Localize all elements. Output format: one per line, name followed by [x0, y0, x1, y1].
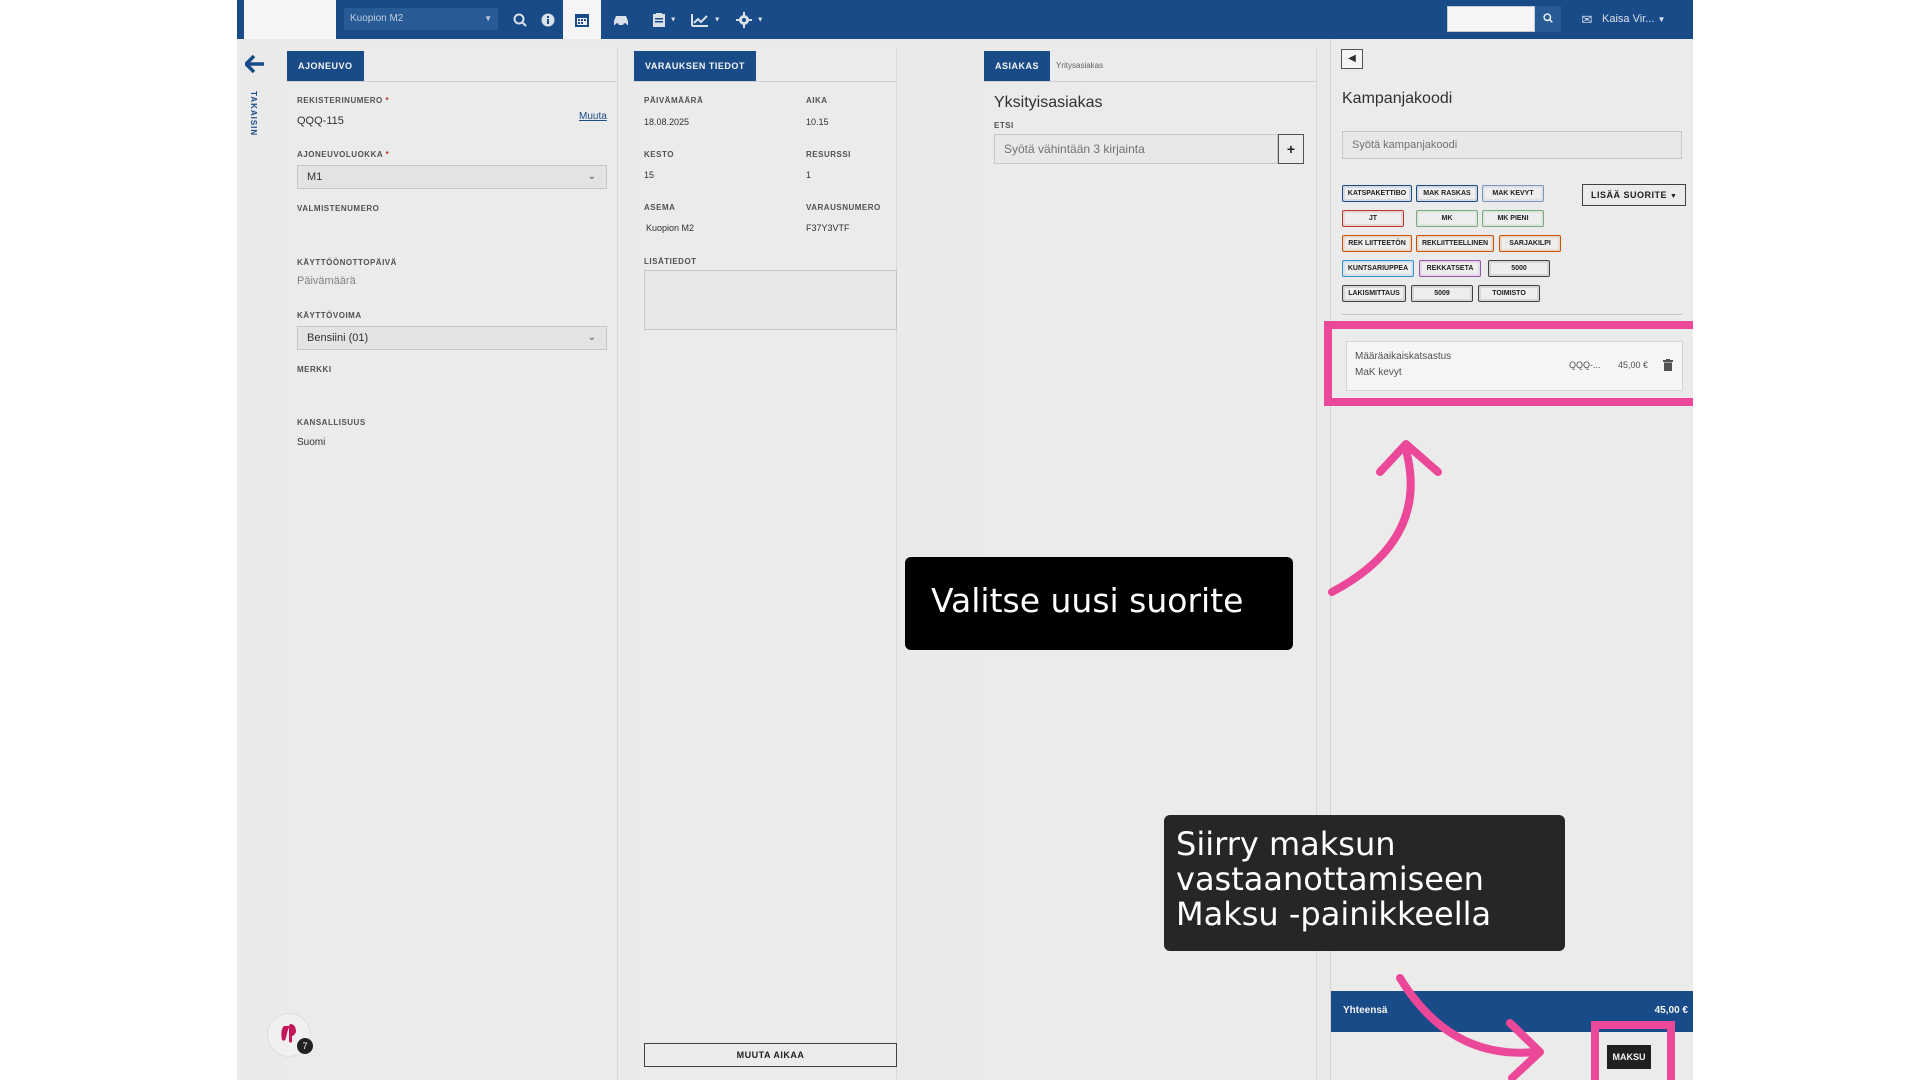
callout-pay: Siirry maksun vastaanottamiseen Maksu -p…: [1164, 815, 1565, 951]
tab-vehicle[interactable]: AJONEUVO: [287, 51, 364, 81]
location-select-value: Kuopion M2: [350, 13, 404, 24]
mail-icon[interactable]: ✉: [1577, 0, 1597, 39]
chevron-down-icon: ⌄: [587, 332, 596, 343]
service-chip[interactable]: MAK RASKAS: [1416, 185, 1478, 202]
total-value: 45,00 €: [1654, 1005, 1688, 1016]
callout-text-2c: Maksu -painikkeella: [1176, 895, 1492, 933]
gear-icon[interactable]: ▼: [731, 0, 769, 39]
date-label: PÄIVÄMÄÄRÄ: [644, 96, 704, 105]
service-chip[interactable]: 5009: [1411, 285, 1473, 302]
chart-icon[interactable]: ▼: [687, 0, 725, 39]
tab-booking[interactable]: VARAUKSEN TIEDOT: [634, 51, 756, 81]
service-chip[interactable]: KUNTSARIUPPEA: [1342, 260, 1414, 277]
vehicle-panel: AJONEUVO REKISTERINUMERO * QQQ-115 Muuta…: [287, 47, 618, 1080]
chevron-down-icon: ▼: [1670, 193, 1678, 200]
service-chip[interactable]: REKKATSETA: [1419, 260, 1481, 277]
location-select[interactable]: Kuopion M2 ▼: [344, 8, 498, 30]
time-label: AIKA: [806, 96, 828, 105]
panel-divider: [634, 81, 896, 82]
service-chip[interactable]: MK PIENI: [1482, 210, 1544, 227]
callout-text-2a: Siirry maksun: [1176, 825, 1396, 863]
chevron-left-icon[interactable]: ◀: [1341, 49, 1363, 69]
back-label: TAKAISIN: [249, 91, 258, 137]
arrow-left-icon[interactable]: [243, 54, 267, 77]
booking-panel: VARAUKSEN TIEDOT PÄIVÄMÄÄRÄ 18.08.2025 A…: [634, 47, 897, 1080]
reg-value: QQQ-115: [297, 115, 344, 127]
add-service-button[interactable]: LISÄÄ SUORITE ▼: [1582, 184, 1687, 206]
notification-badge: 7: [297, 1038, 313, 1054]
service-chip[interactable]: TOIMISTO: [1478, 285, 1540, 302]
firstuse-label: KÄYTTÖÖNOTTOPÄIVÄ: [297, 258, 397, 267]
firstuse-input[interactable]: Päivämäärä: [297, 275, 356, 287]
tab-private-customer[interactable]: ASIAKAS: [984, 51, 1051, 81]
divider: [1342, 314, 1682, 315]
nationality-value: Suomi: [297, 437, 326, 448]
nationality-label: KANSALLISUUS: [297, 418, 366, 427]
callout-select-service: Valitse uusi suorite: [905, 557, 1293, 650]
service-chip[interactable]: JT: [1342, 210, 1404, 227]
global-search-input[interactable]: [1447, 6, 1535, 32]
booking-no-value: F37Y3VTF: [806, 223, 850, 233]
notes-label: LISÄTIEDOT: [644, 257, 697, 266]
time-value: 10.15: [806, 117, 829, 127]
vehicle-class-value: M1: [307, 171, 323, 183]
info-icon[interactable]: [532, 0, 564, 39]
callout-text-1: Valitse uusi suorite: [931, 581, 1244, 620]
clipboard-icon[interactable]: ▼: [647, 0, 683, 39]
car-icon[interactable]: [605, 0, 637, 39]
total-label: Yhteensä: [1343, 1005, 1388, 1016]
date-value: 18.08.2025: [644, 117, 690, 127]
tab-company-customer[interactable]: Yritysasiakas: [1046, 51, 1113, 81]
service-chip[interactable]: KATSPAKETTIBO: [1342, 185, 1412, 202]
booking-no-label: VARAUSNUMERO: [806, 203, 881, 212]
user-menu[interactable]: Kaisa Vir... ▼: [1602, 0, 1665, 39]
search-label: ETSI: [994, 121, 1014, 130]
chevron-down-icon: ⌄: [587, 171, 596, 182]
app-logo[interactable]: [244, 0, 336, 39]
service-chip[interactable]: 5000: [1488, 260, 1550, 277]
search-button[interactable]: [1535, 6, 1561, 32]
panel-divider: [287, 81, 617, 82]
vehicle-class-select[interactable]: M1 ⌄: [297, 165, 607, 189]
customer-search-input[interactable]: Syötä vähintään 3 kirjainta: [994, 134, 1278, 164]
change-reg-link[interactable]: Muuta: [579, 111, 607, 122]
chevron-down-icon: ▼: [484, 14, 492, 23]
class-label: AJONEUVOLUOKKA *: [297, 150, 390, 159]
chevron-down-icon: ▼: [1657, 15, 1666, 24]
duration-label: KESTO: [644, 150, 674, 159]
resource-label: RESURSSI: [806, 150, 851, 159]
user-name: Kaisa Vir...: [1602, 13, 1655, 25]
callout-text-2b: vastaanottamiseen: [1176, 860, 1484, 898]
make-label: MERKKI: [297, 365, 332, 374]
service-chip[interactable]: MK: [1416, 210, 1478, 227]
fuel-value: Bensiini (01): [307, 332, 369, 344]
duration-value: 15: [644, 170, 655, 180]
service-chip[interactable]: SARJAKILPI: [1499, 235, 1561, 252]
back-sidebar[interactable]: TAKAISIN: [237, 39, 274, 1080]
panel-divider: [984, 81, 1316, 82]
vin-label: VALMISTENUMERO: [297, 204, 380, 213]
reg-label: REKISTERINUMERO *: [297, 96, 390, 105]
station-value: Kuopion M2: [646, 223, 695, 233]
add-customer-button[interactable]: +: [1278, 134, 1304, 164]
campaign-title: Kampanjakoodi: [1342, 90, 1453, 107]
add-service-label: LISÄÄ SUORITE: [1591, 190, 1668, 200]
service-chip[interactable]: REK LIITTEETÖN: [1342, 235, 1412, 252]
service-chip[interactable]: LAKISMITTAUS: [1342, 285, 1406, 302]
service-chip[interactable]: MAK KEVYT: [1482, 185, 1544, 202]
station-label: ASEMA: [644, 203, 676, 212]
top-navbar: Kuopion M2 ▼ ▼ ▼ ▼ ✉ Kaisa Vir... ▼: [237, 0, 1693, 39]
highlight-pay-button: [1591, 1021, 1675, 1080]
change-time-button[interactable]: MUUTA AIKAA: [644, 1043, 897, 1067]
fuel-select[interactable]: Bensiini (01) ⌄: [297, 326, 607, 350]
campaign-code-input[interactable]: Syötä kampanjakoodi: [1342, 131, 1682, 159]
calendar-icon[interactable]: [563, 0, 601, 39]
customer-title: Yksityisasiakas: [994, 94, 1103, 111]
resource-value: 1: [806, 170, 812, 180]
highlight-cart-item: [1324, 321, 1693, 406]
fuel-label: KÄYTTÖVOIMA: [297, 311, 362, 320]
notes-textarea[interactable]: [644, 270, 897, 330]
service-chip[interactable]: REKLIITTEELLINEN: [1416, 235, 1494, 252]
